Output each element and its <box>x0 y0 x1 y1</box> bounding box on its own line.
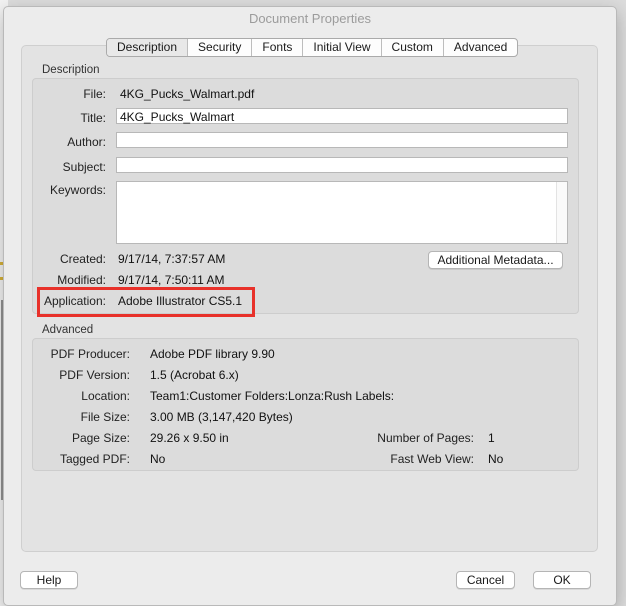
additional-metadata-button[interactable]: Additional Metadata... <box>428 251 563 269</box>
author-input[interactable] <box>116 132 568 148</box>
location-value: Team1:Customer Folders:Lonza:Rush Labels… <box>150 389 395 403</box>
page-size-value: 29.26 x 9.50 in <box>150 431 229 445</box>
title-label: Title: <box>80 111 106 125</box>
fast-web-view-label: Fast Web View: <box>390 452 474 466</box>
created-value: 9/17/14, 7:37:57 AM <box>118 252 226 266</box>
file-size-value: 3.00 MB (3,147,420 Bytes) <box>150 410 293 424</box>
pdf-version-value: 1.5 (Acrobat 6.x) <box>150 368 239 382</box>
application-highlight-box <box>37 287 255 317</box>
file-value: 4KG_Pucks_Walmart.pdf <box>120 87 255 101</box>
dialog-title: Document Properties <box>248 11 372 26</box>
tab-initial-view[interactable]: Initial View <box>303 39 382 56</box>
tab-security[interactable]: Security <box>188 39 253 56</box>
tab-bar: Description Security Fonts Initial View … <box>106 38 519 57</box>
keywords-textarea[interactable] <box>116 181 568 244</box>
tab-fonts[interactable]: Fonts <box>252 39 304 56</box>
tab-custom[interactable]: Custom <box>382 39 444 56</box>
subject-input[interactable] <box>116 157 568 173</box>
created-label: Created: <box>59 252 106 266</box>
location-label: Location: <box>81 389 130 403</box>
document-properties-dialog: Document Properties Description Security… <box>3 6 617 606</box>
tab-advanced[interactable]: Advanced <box>444 39 517 56</box>
ok-button[interactable]: OK <box>533 571 591 589</box>
pdf-version-label: PDF Version: <box>59 368 130 382</box>
author-label: Author: <box>67 135 106 149</box>
modified-value: 9/17/14, 7:50:11 AM <box>118 273 225 287</box>
fast-web-view-value: No <box>488 452 504 466</box>
pdf-producer-label: PDF Producer: <box>50 347 130 361</box>
cancel-button[interactable]: Cancel <box>456 571 515 589</box>
number-of-pages-value: 1 <box>488 431 495 445</box>
tagged-pdf-value: No <box>150 452 166 466</box>
tab-description[interactable]: Description <box>107 39 189 56</box>
modified-label: Modified: <box>57 273 106 287</box>
page-size-label: Page Size: <box>71 431 130 445</box>
tagged-pdf-label: Tagged PDF: <box>59 452 130 466</box>
keywords-label: Keywords: <box>49 183 106 197</box>
help-button[interactable]: Help <box>20 571 78 589</box>
keywords-scrollbar[interactable] <box>556 182 567 243</box>
subject-label: Subject: <box>62 160 106 174</box>
number-of-pages-label: Number of Pages: <box>377 431 474 445</box>
file-label: File: <box>83 87 106 101</box>
title-input[interactable]: 4KG_Pucks_Walmart <box>116 108 568 124</box>
advanced-section-label: Advanced <box>42 324 94 336</box>
pdf-producer-value: Adobe PDF library 9.90 <box>150 347 275 361</box>
description-section-label: Description <box>42 64 100 76</box>
file-size-label: File Size: <box>80 410 130 424</box>
